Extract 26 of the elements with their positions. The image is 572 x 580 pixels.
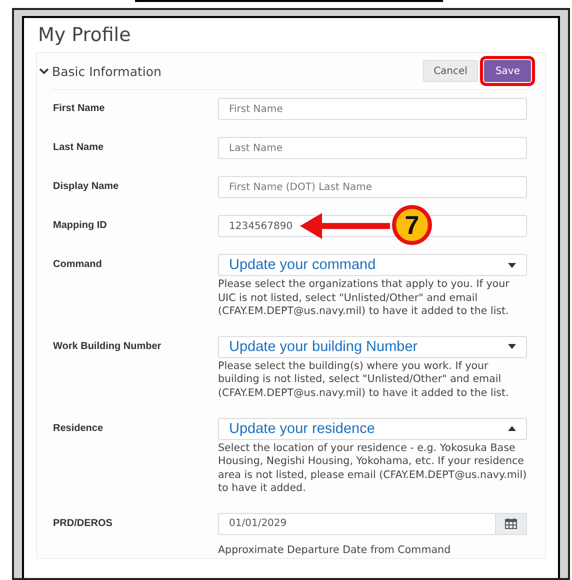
dropdown[interactable]: Update your command: [218, 254, 527, 276]
field-label: Command: [53, 258, 103, 272]
help-text: Please select the building(s) where you work. If your building is not listed, select "Unlisted/Other" and email (CFAY.EM.DEPT@us.navy.mil) to have it added to the list.: [218, 360, 510, 401]
field-label: PRD/DEROS: [53, 516, 114, 531]
date-field[interactable]: 01/01/2029: [218, 512, 495, 535]
calendar-icon: [505, 518, 517, 530]
field-label: First Name: [53, 102, 106, 116]
calendar-button[interactable]: [495, 512, 527, 535]
help-text: Please select the organizations that apply to you. If your UIC is not listed, select "Unlisted/Other" and email (CFAY.EM.DEPT@us.navy.mil) to have it added to the list.: [218, 278, 510, 319]
page-title: My Profile: [38, 24, 132, 48]
text-field[interactable]: First Name (DOT) Last Name: [218, 176, 527, 198]
help-text: Approximate Departure Date from Command: [218, 544, 452, 558]
text-field[interactable]: Last Name: [218, 137, 527, 159]
dropdown[interactable]: Update your residence: [218, 418, 527, 440]
dropdown[interactable]: Update your building Number: [218, 336, 527, 358]
step-badge: 7: [392, 205, 432, 245]
field-label: Display Name: [53, 180, 120, 194]
text-field[interactable]: First Name: [218, 98, 527, 120]
section-title: Basic Information: [52, 64, 162, 78]
chevron-icon[interactable]: [39, 67, 49, 75]
field-label: Work Building Number: [53, 340, 162, 354]
field-label: Mapping ID: [53, 219, 108, 233]
cancel-button[interactable]: Cancel: [422, 60, 478, 82]
field-label: Last Name: [53, 141, 105, 155]
field-label: Residence: [53, 422, 104, 436]
help-text: Select the location of your residence - e.g. Yokosuka Base Housing, Negishi Housing, Yokohama, etc. If your residence area is not listed, please email (CFAY.EM.DEPT@us.navy.mil) to have it added.: [218, 442, 527, 496]
